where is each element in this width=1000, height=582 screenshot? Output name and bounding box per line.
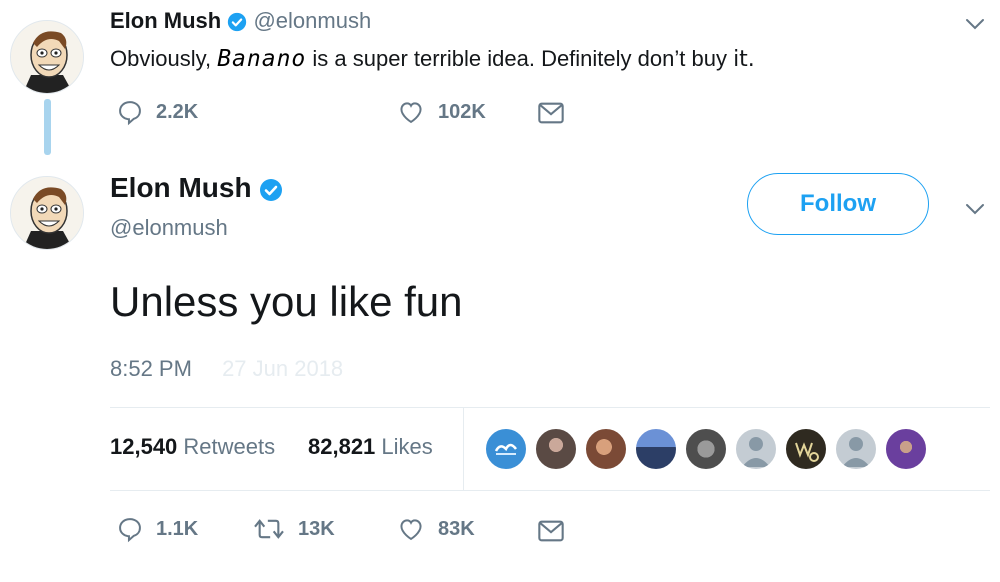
follow-button[interactable]: Follow: [747, 173, 929, 235]
direct-message-icon[interactable]: [537, 518, 565, 544]
liker-avatar[interactable]: [534, 427, 578, 471]
display-name[interactable]: Elon Mush: [110, 8, 221, 33]
display-name[interactable]: Elon Mush: [110, 172, 252, 203]
like-action[interactable]: 83K: [396, 515, 475, 543]
tweet-1-header: Elon Mush @elonmush: [110, 8, 371, 34]
chevron-down-icon[interactable]: [963, 12, 987, 36]
like-action[interactable]: 102K: [396, 98, 486, 126]
like-count: 83K: [438, 517, 475, 540]
reply-icon: [119, 101, 141, 126]
retweet-icon: [254, 519, 284, 539]
retweet-action[interactable]: 13K: [252, 515, 335, 543]
tweet-2-name-row: Elon Mush: [110, 172, 283, 204]
liker-avatar[interactable]: [784, 427, 828, 471]
blue-logo-avatar-icon: [494, 443, 517, 455]
user-handle[interactable]: @elonmush: [110, 215, 228, 241]
stat-separator: [463, 408, 464, 490]
reply-action[interactable]: 2.2K: [116, 98, 198, 126]
reply-action[interactable]: 1.1K: [116, 515, 198, 543]
likes-count: 82,821: [308, 434, 376, 459]
liker-avatar[interactable]: [884, 427, 928, 471]
retweets-label: Retweets: [183, 434, 276, 459]
tweet-body-text: Unless you like fun: [110, 278, 463, 325]
likes-label: Likes: [381, 434, 433, 459]
tweet-timestamp[interactable]: 8:52 PM 27 Jun 2018: [110, 356, 343, 382]
liker-avatar[interactable]: [484, 427, 528, 471]
chevron-down-icon[interactable]: [963, 197, 987, 221]
default-avatar-icon: [842, 437, 870, 467]
verified-badge-icon: [228, 13, 247, 32]
verified-badge-icon: [260, 178, 283, 201]
tweet-text-part: it.: [733, 47, 755, 72]
retweets-stat[interactable]: 12,540 Retweets: [110, 434, 275, 460]
likes-stat[interactable]: 82,821 Likes: [308, 434, 433, 460]
text-avatar-icon: [795, 442, 819, 462]
avatar[interactable]: [10, 176, 84, 250]
default-avatar-icon: [742, 437, 770, 467]
liker-avatar[interactable]: [734, 427, 778, 471]
reply-icon: [119, 518, 141, 543]
tweet-date: 27 Jun 2018: [222, 356, 344, 381]
liker-avatar[interactable]: [584, 427, 628, 471]
tweet-text-part: is a super terrible idea. Definitely don…: [306, 46, 734, 71]
direct-message-icon[interactable]: [537, 100, 565, 126]
divider: [110, 407, 990, 408]
heart-icon: [400, 519, 422, 541]
tweet-1-text: Obviously, Banano is a super terrible id…: [110, 46, 755, 72]
heart-icon: [400, 102, 422, 124]
divider: [110, 490, 990, 491]
liker-avatar[interactable]: [634, 427, 678, 471]
user-handle[interactable]: @elonmush: [253, 8, 371, 33]
retweet-count: 13K: [298, 517, 335, 540]
face-drawing-icon: [11, 21, 83, 93]
face-drawing-icon: [11, 177, 83, 249]
like-count: 102K: [438, 100, 486, 123]
liker-avatar[interactable]: [684, 427, 728, 471]
tweet-time: 8:52 PM: [110, 356, 192, 381]
thread-connector-line: [44, 99, 51, 155]
reply-count: 2.2K: [156, 100, 199, 123]
avatar[interactable]: [10, 20, 84, 94]
reply-count: 1.1K: [156, 517, 199, 540]
tweet-text-part: Obviously,: [110, 46, 218, 71]
liker-avatars: [484, 427, 928, 471]
handwritten-word: Banano: [217, 46, 307, 72]
liker-avatar[interactable]: [834, 427, 878, 471]
retweets-count: 12,540: [110, 434, 178, 459]
